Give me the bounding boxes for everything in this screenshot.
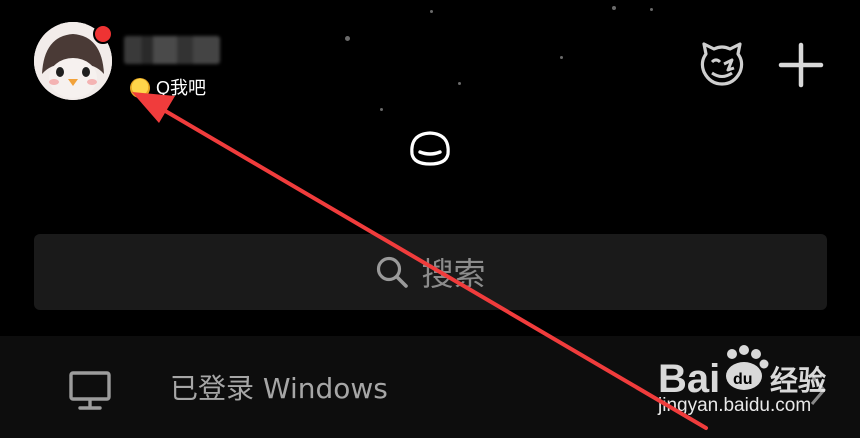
pet-face-icon[interactable] — [698, 40, 746, 88]
yellow-face-emoji-icon — [130, 78, 150, 98]
search-bar[interactable]: 搜索 — [34, 234, 827, 310]
svg-text:经验: 经验 — [770, 364, 826, 397]
monitor-icon — [69, 371, 111, 410]
background-star — [560, 56, 563, 59]
background-star — [458, 82, 461, 85]
svg-text:du: du — [733, 371, 753, 388]
plus-icon[interactable] — [778, 42, 824, 88]
background-star — [380, 108, 383, 111]
background-star — [612, 6, 616, 10]
notification-dot — [93, 24, 113, 44]
nickname-blurred — [124, 36, 220, 64]
background-star — [430, 10, 433, 13]
watermark-site-text: jingyan.baidu.com — [658, 395, 812, 416]
qq-home-screen: Q我吧 搜索 已登录 Windows Bai du 经验 jingyan.bai… — [0, 0, 860, 438]
background-star — [345, 36, 350, 41]
pull-down-smile-icon — [410, 131, 450, 166]
device-label: 已登录 Windows — [170, 372, 388, 405]
search-icon — [377, 256, 409, 288]
status-row[interactable]: Q我吧 — [130, 76, 206, 100]
status-text: Q我吧 — [156, 78, 207, 98]
search-placeholder: 搜索 — [421, 255, 486, 293]
background-star — [650, 8, 653, 11]
